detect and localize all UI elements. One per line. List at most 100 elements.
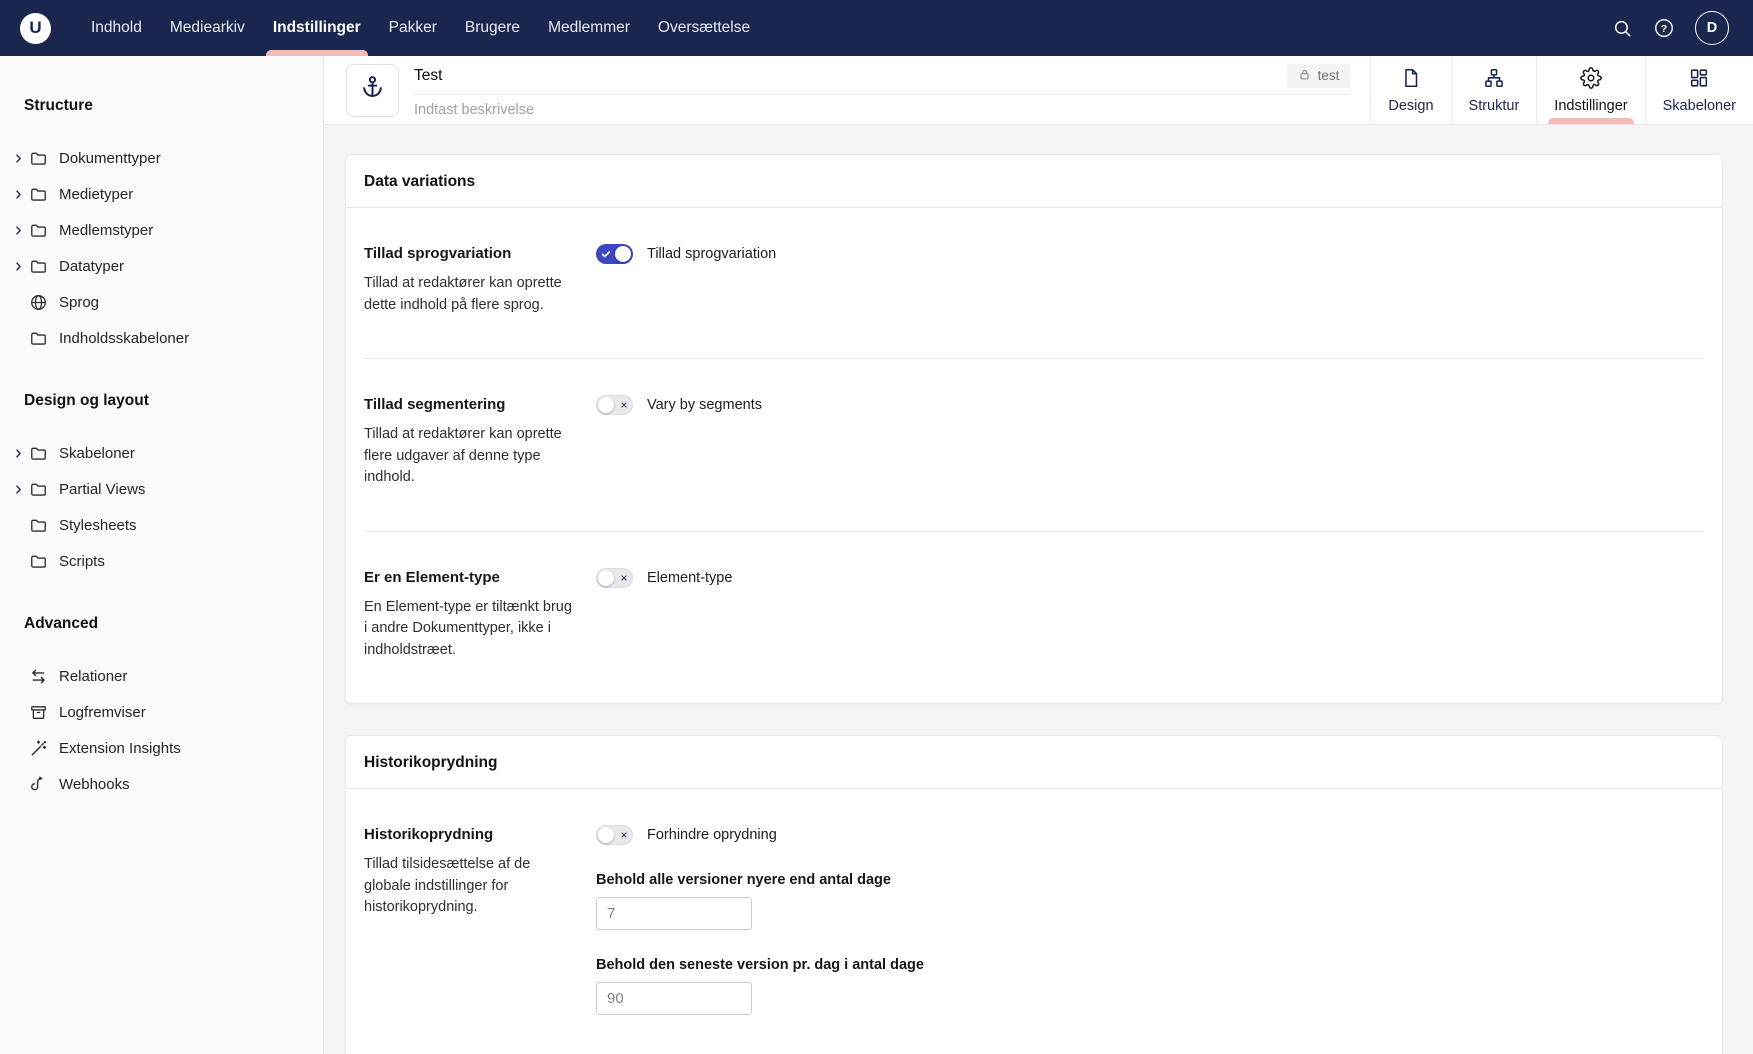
sidebar-item-stylesheets[interactable]: Stylesheets (0, 507, 323, 543)
folder-icon (29, 444, 48, 463)
name-input[interactable] (414, 67, 1287, 85)
chevron-right-icon[interactable] (9, 484, 27, 495)
sidebar-item-label: Dokumenttyper (59, 150, 161, 167)
top-navigation: Indhold Mediearkiv Indstillinger Pakker … (77, 0, 764, 56)
sidebar-item-medlemstyper[interactable]: Medlemstyper (0, 212, 323, 248)
chevron-spacer (9, 297, 27, 308)
umbraco-logo[interactable]: U (20, 13, 51, 44)
property-editor-col: Tillad sprogvariation (596, 244, 1704, 316)
chevron-right-icon[interactable] (9, 153, 27, 164)
nav-item-indhold[interactable]: Indhold (77, 0, 156, 56)
chevron-right-icon[interactable] (9, 225, 27, 236)
property-row-historikoprydning: Historikoprydning Tillad tilsidesættelse… (364, 789, 1704, 1054)
sidebar-item-label: Medlemstyper (59, 222, 153, 239)
property-editor-col: Vary by segments (596, 395, 1704, 489)
sidebar-item-label: Scripts (59, 553, 105, 570)
property-label: Er en Element-type (364, 568, 596, 588)
folder-icon (29, 257, 48, 276)
sidebar-item-medietyper[interactable]: Medietyper (0, 176, 323, 212)
nav-item-brugere[interactable]: Brugere (451, 0, 534, 56)
folder-icon (29, 149, 48, 168)
card-body: Tillad sprogvariation Tillad at redaktør… (346, 208, 1722, 703)
nav-item-mediearkiv[interactable]: Mediearkiv (156, 0, 259, 56)
sidebar-item-scripts[interactable]: Scripts (0, 543, 323, 579)
property-label-col: Tillad segmentering Tillad at redaktører… (364, 395, 596, 489)
grid-blocks-icon (1688, 67, 1710, 93)
toggle-segmentering[interactable] (596, 395, 633, 415)
sidebar-section-title: Advanced (24, 615, 323, 633)
settings-sidebar: Structure Dokumenttyper Medietyper (0, 56, 324, 1054)
globe-icon (29, 293, 48, 312)
toggle-knob (598, 570, 614, 586)
sidebar-item-datatyper[interactable]: Datatyper (0, 248, 323, 284)
nav-item-oversaettelse[interactable]: Oversættelse (644, 0, 764, 56)
keep-latest-version-days-input[interactable] (596, 982, 752, 1015)
umbraco-backoffice: U Indhold Mediearkiv Indstillinger Pakke… (0, 0, 1753, 1054)
chevron-right-icon[interactable] (9, 189, 27, 200)
toggle-row: Tillad sprogvariation (596, 244, 1704, 264)
folder-icon (29, 552, 48, 571)
property-label: Historikoprydning (364, 825, 596, 845)
sitemap-icon (1483, 67, 1505, 93)
tab-struktur[interactable]: Struktur (1451, 56, 1537, 124)
sidebar-item-label: Logfremviser (59, 704, 146, 721)
toggle-label: Tillad sprogvariation (647, 246, 776, 262)
property-row-sprogvariation: Tillad sprogvariation Tillad at redaktør… (364, 208, 1704, 359)
alias-chip[interactable]: test (1287, 64, 1351, 88)
card-body: Historikoprydning Tillad tilsidesættelse… (346, 789, 1722, 1054)
toggle-row: Element-type (596, 568, 1704, 588)
history-cleanup-card: Historikoprydning Historikoprydning Till… (345, 735, 1723, 1054)
sidebar-item-webhooks[interactable]: Webhooks (0, 766, 323, 802)
folder-icon (29, 185, 48, 204)
sidebar-item-skabeloner[interactable]: Skabeloner (0, 435, 323, 471)
property-editor-col: Forhindre oprydning Behold alle versione… (596, 825, 1704, 1015)
field-label-keep-all-versions: Behold alle versioner nyere end antal da… (596, 872, 1704, 888)
sidebar-item-partial-views[interactable]: Partial Views (0, 471, 323, 507)
sidebar-item-label: Stylesheets (59, 517, 137, 534)
workspace-tabs: Design Struktur Indstillinger Skabeloner (1370, 56, 1753, 124)
description-input[interactable] (414, 95, 1350, 119)
sidebar-section-design-og-layout: Design og layout Skabeloner Partial View… (0, 392, 323, 579)
tab-skabeloner[interactable]: Skabeloner (1645, 56, 1753, 124)
document-type-name-block: test (414, 56, 1350, 124)
toggle-label: Forhindre oprydning (647, 827, 777, 843)
toggle-sprogvariation[interactable] (596, 244, 633, 264)
sidebar-item-dokumenttyper[interactable]: Dokumenttyper (0, 140, 323, 176)
sidebar-item-label: Relationer (59, 668, 127, 685)
hook-icon (29, 775, 48, 794)
search-icon[interactable] (1612, 18, 1633, 39)
tab-design[interactable]: Design (1370, 56, 1450, 124)
sidebar-item-extension-insights[interactable]: Extension Insights (0, 730, 323, 766)
toggle-prevent-cleanup[interactable] (596, 825, 633, 845)
help-icon[interactable]: ? (1653, 17, 1675, 39)
sidebar-item-label: Skabeloner (59, 445, 135, 462)
sidebar-item-relationer[interactable]: Relationer (0, 658, 323, 694)
chevron-spacer (9, 333, 27, 344)
nav-item-pakker[interactable]: Pakker (375, 0, 451, 56)
sidebar-section-title: Design og layout (24, 392, 323, 410)
swap-arrows-icon (29, 667, 48, 686)
sidebar-item-sprog[interactable]: Sprog (0, 284, 323, 320)
tab-label: Skabeloner (1663, 98, 1736, 114)
tab-label: Indstillinger (1554, 98, 1627, 114)
nav-item-indstillinger[interactable]: Indstillinger (259, 0, 375, 56)
chevron-right-icon[interactable] (9, 448, 27, 459)
settings-content: Data variations Tillad sprogvariation Ti… (324, 125, 1753, 1054)
sidebar-item-indholdsskabeloner[interactable]: Indholdsskabeloner (0, 320, 323, 356)
toggle-knob (598, 827, 614, 843)
toggle-label: Element-type (647, 570, 732, 586)
tab-indstillinger[interactable]: Indstillinger (1536, 56, 1644, 124)
document-type-icon-picker[interactable] (346, 64, 399, 117)
sidebar-item-label: Datatyper (59, 258, 124, 275)
user-avatar[interactable]: D (1695, 11, 1729, 45)
top-bar-actions: ? D (1612, 11, 1729, 45)
property-description: Tillad tilsidesættelse af de globale ind… (364, 854, 576, 919)
keep-all-versions-days-input[interactable] (596, 897, 752, 930)
property-label: Tillad sprogvariation (364, 244, 596, 264)
toggle-element-type[interactable] (596, 568, 633, 588)
x-icon (620, 401, 628, 409)
sidebar-item-logfremviser[interactable]: Logfremviser (0, 694, 323, 730)
chevron-spacer (9, 707, 27, 718)
nav-item-medlemmer[interactable]: Medlemmer (534, 0, 644, 56)
chevron-right-icon[interactable] (9, 261, 27, 272)
